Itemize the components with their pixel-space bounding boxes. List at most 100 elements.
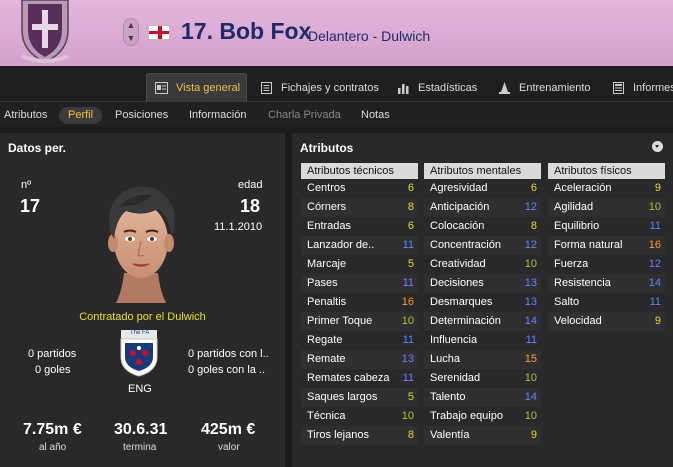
subnav-positions[interactable]: Posiciones [115,107,168,124]
attribute-row[interactable]: Valentía 9 [424,426,541,445]
chevron-down-icon[interactable]: ▼ [124,32,138,45]
attribute-row[interactable]: Córners 8 [301,198,418,217]
attribute-row[interactable]: Agilidad 10 [548,198,665,217]
attribute-name: Regate [307,334,343,346]
attribute-row[interactable]: Desmarques 13 [424,293,541,312]
attribute-name: Determinación [430,315,501,327]
tab-transfers-contracts[interactable]: Fichajes y contratos [260,73,379,102]
player-navigation-arrows[interactable]: ▲ ▼ [123,18,139,46]
attribute-value: 8 [407,201,414,213]
tab-label: Estadísticas [418,81,478,94]
attribute-row[interactable]: Lucha 15 [424,350,541,369]
attribute-row[interactable]: Pases 11 [301,274,418,293]
squad-number: 17 [20,196,41,216]
attribute-value: 9 [654,315,661,327]
attribute-name: Lanzador de.. [307,239,375,251]
attribute-value: 10 [524,410,537,422]
attribute-row[interactable]: Velocidad 9 [548,312,665,331]
fa-label: The FA [130,330,150,336]
attribute-row[interactable]: Marcaje 5 [301,255,418,274]
personal-data-panel: Datos per. nº 17 edad 18 11.1.2010 Contr… [0,133,285,467]
contract-status[interactable]: Contratado por el Dulwich [0,311,285,323]
attribute-value: 11 [402,239,414,251]
attribute-row[interactable]: Influencia 11 [424,331,541,350]
sub-navigation: Atributos Perfil Posiciones Información … [0,102,673,127]
attribute-row[interactable]: Colocación 8 [424,217,541,236]
attribute-name: Influencia [430,334,478,346]
attribute-value: 12 [648,258,661,270]
attribute-row[interactable]: Anticipación 12 [424,198,541,217]
attribute-row[interactable]: Entradas 6 [301,217,418,236]
attribute-name: Creatividad [430,258,486,270]
attribute-row[interactable]: Resistencia 14 [548,274,665,293]
attribute-row[interactable]: Talento 14 [424,388,541,407]
attribute-value: 6 [530,182,537,194]
attribute-row[interactable]: Centros 6 [301,179,418,198]
attribute-name: Forma natural [554,239,623,251]
national-team-badge-icon[interactable] [120,329,158,377]
attribute-name: Valentía [430,429,470,441]
contract-expiry-value: 30.6.31 [114,421,168,438]
subnav-private-chat[interactable]: Charla Privada [268,107,341,124]
chevron-up-icon[interactable]: ▲ [124,19,138,32]
panel-menu-dropdown-icon[interactable] [652,141,663,152]
attribute-row[interactable]: Fuerza 12 [548,255,665,274]
attribute-name: Concentración [430,239,501,251]
attribute-name: Penaltis [307,296,347,308]
attribute-row[interactable]: Forma natural 16 [548,236,665,255]
attribute-value: 12 [524,239,537,251]
attribute-row[interactable]: Determinación 14 [424,312,541,331]
attribute-row[interactable]: Aceleración 9 [548,179,665,198]
attribute-row[interactable]: Trabajo equipo 10 [424,407,541,426]
player-position-club[interactable]: Delantero - Dulwich [308,28,430,44]
tab-training[interactable]: Entrenamiento [498,73,591,102]
attribute-value: 6 [407,220,414,232]
attribute-row[interactable]: Salto 11 [548,293,665,312]
attribute-row[interactable]: Tiros lejanos 8 [301,426,418,445]
wage-value: 7.75m € [23,421,82,438]
attribute-value: 5 [407,258,414,270]
attribute-row[interactable]: Lanzador de.. 11 [301,236,418,255]
attribute-name: Talento [430,391,466,403]
attribute-row[interactable]: Serenidad 10 [424,369,541,388]
attribute-value: 6 [407,182,414,194]
bar-chart-icon [397,82,410,94]
england-flag-icon [148,25,170,40]
club-games: 0 partidos [28,348,77,360]
attribute-row[interactable]: Regate 11 [301,331,418,350]
subnav-notes[interactable]: Notas [361,107,390,124]
attribute-row[interactable]: Decisiones 13 [424,274,541,293]
attribute-name: Salto [554,296,580,308]
attribute-row[interactable]: Penaltis 16 [301,293,418,312]
subnav-attributes[interactable]: Atributos [4,107,47,124]
tab-label: Fichajes y contratos [281,81,379,94]
attribute-row[interactable]: Remate 13 [301,350,418,369]
attribute-row[interactable]: Saques largos 5 [301,388,418,407]
attribute-row[interactable]: Concentración 12 [424,236,541,255]
age-value: 18 [240,196,261,216]
attribute-value: 11 [402,277,414,289]
attribute-row[interactable]: Primer Toque 10 [301,312,418,331]
attribute-row[interactable]: Creatividad 10 [424,255,541,274]
tab-reports[interactable]: Informes [612,73,673,102]
attribute-row[interactable]: Agresividad 6 [424,179,541,198]
tab-label: Vista general [176,82,241,94]
player-value: 425m € [201,421,256,438]
attribute-row[interactable]: Técnica 10 [301,407,418,426]
attribute-value: 11 [649,296,661,308]
attribute-name: Aceleración [554,182,612,194]
tab-statistics[interactable]: Estadísticas [397,73,477,102]
age-label: edad [238,179,263,191]
attribute-value: 14 [524,391,537,403]
column-header: Atributos mentales [424,163,541,179]
attribute-row[interactable]: Equilibrio 11 [548,217,665,236]
subnav-information[interactable]: Información [189,107,246,124]
attribute-name: Decisiones [430,277,484,289]
tab-overview[interactable]: Vista general [146,73,247,102]
national-goals: 0 goles con la .. [188,364,266,376]
mental-attributes-column: Atributos mentales Agresividad 6 Anticipac… [424,163,541,445]
tab-label: Entrenamiento [519,81,591,94]
attribute-row[interactable]: Remates cabeza 11 [301,369,418,388]
subnav-profile[interactable]: Perfil [59,107,103,124]
column-header: Atributos técnicos [301,163,418,179]
